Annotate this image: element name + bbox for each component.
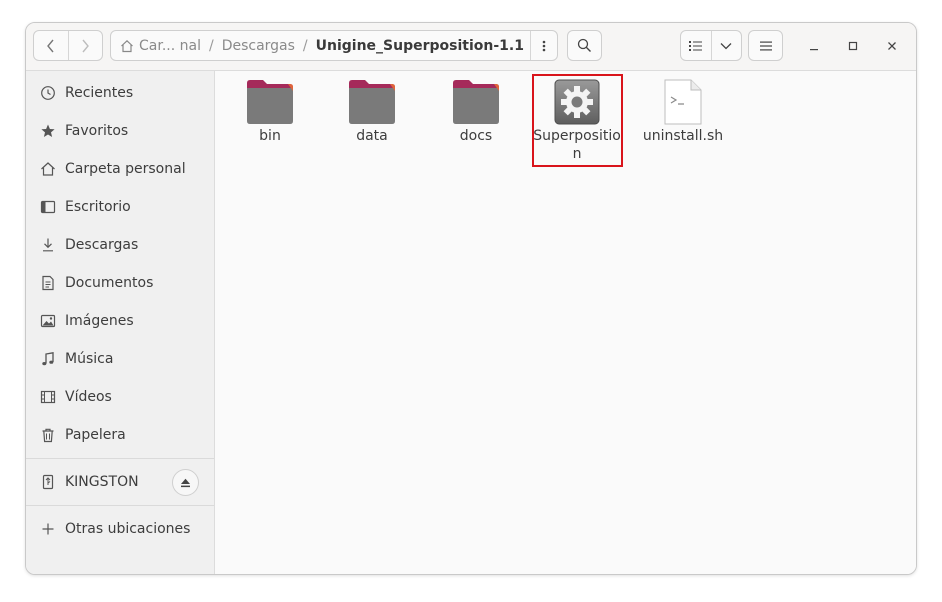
- sidebar-item-label: Recientes: [65, 85, 134, 101]
- chevron-right-icon: [82, 39, 90, 52]
- sidebar-item-label: Vídeos: [65, 389, 112, 405]
- file-name: data: [356, 128, 388, 144]
- image-icon: [39, 313, 57, 329]
- sidebar-item-imagenes[interactable]: Imágenes: [26, 303, 214, 339]
- breadcrumb-item-current[interactable]: Unigine_Superposition-1.1: [310, 38, 530, 54]
- sidebar-item-label: KINGSTON: [65, 474, 139, 490]
- navigation-buttons: [33, 30, 103, 61]
- clock-icon: [39, 85, 57, 101]
- sidebar-item-recientes[interactable]: Recientes: [26, 75, 214, 111]
- sidebar-item-favoritos[interactable]: Favoritos: [26, 113, 214, 149]
- plus-icon: [39, 522, 57, 536]
- file-name: bin: [259, 128, 281, 144]
- file-item-superposition[interactable]: Superposition: [533, 79, 621, 163]
- maximize-button[interactable]: [840, 33, 866, 59]
- sidebar-item-label: Escritorio: [65, 199, 131, 215]
- sidebar-item-label: Música: [65, 351, 114, 367]
- sidebar-item-videos[interactable]: Vídeos: [26, 379, 214, 415]
- sidebar-divider: [26, 505, 214, 506]
- file-item-docs[interactable]: docs: [432, 79, 520, 145]
- music-icon: [39, 351, 57, 367]
- home-icon: [121, 39, 133, 52]
- breadcrumb-separator: /: [302, 37, 308, 54]
- sidebar-item-documentos[interactable]: Documentos: [26, 265, 214, 301]
- search-icon: [577, 38, 591, 52]
- gear-icon: [554, 79, 600, 125]
- trash-icon: [39, 427, 57, 443]
- shell-script-icon: [664, 79, 702, 125]
- sidebar-item-escritorio[interactable]: Escritorio: [26, 189, 214, 225]
- view-options-dropdown[interactable]: [710, 31, 742, 60]
- sidebar: Recientes Favoritos Carpeta personal Esc…: [26, 71, 215, 574]
- file-item-uninstall-sh[interactable]: uninstall.sh: [639, 79, 727, 145]
- file-item-data[interactable]: data: [328, 79, 416, 145]
- video-icon: [39, 389, 57, 405]
- search-button[interactable]: [567, 30, 602, 61]
- sidebar-item-label: Descargas: [65, 237, 139, 253]
- file-name: Superposition: [533, 128, 621, 162]
- sidebar-divider: [26, 458, 214, 459]
- download-icon: [39, 237, 57, 253]
- home-icon: [39, 161, 57, 177]
- main-menu-button[interactable]: [748, 30, 783, 61]
- sidebar-item-label: Imágenes: [65, 313, 134, 329]
- minimize-icon: [810, 49, 818, 51]
- view-toggle-group: [680, 30, 742, 61]
- close-button[interactable]: [879, 33, 905, 59]
- sidebar-item-label: Carpeta personal: [65, 161, 186, 177]
- breadcrumb-item-descargas[interactable]: Descargas: [216, 38, 301, 54]
- sidebar-item-label: Papelera: [65, 427, 126, 443]
- folder-icon: [349, 80, 395, 124]
- sidebar-item-papelera[interactable]: Papelera: [26, 417, 214, 453]
- breadcrumb-home-label: Car... nal: [139, 37, 201, 54]
- file-name: docs: [459, 128, 493, 144]
- minimize-button[interactable]: [801, 33, 827, 59]
- document-icon: [39, 275, 57, 291]
- star-icon: [39, 123, 57, 139]
- path-menu-button[interactable]: [530, 31, 557, 60]
- sidebar-item-descargas[interactable]: Descargas: [26, 227, 214, 263]
- folder-icon: [247, 80, 293, 124]
- sidebar-item-label: Favoritos: [65, 123, 129, 139]
- file-item-bin[interactable]: bin: [226, 79, 314, 145]
- file-view: bin data docs Superposition uninstall.sh: [215, 71, 916, 574]
- desktop-icon: [39, 199, 57, 215]
- hamburger-menu-icon: [759, 41, 772, 50]
- close-icon: [888, 42, 896, 50]
- eject-icon: [181, 478, 190, 487]
- breadcrumb-separator: /: [208, 37, 214, 54]
- usb-drive-icon: [39, 474, 57, 490]
- file-name: uninstall.sh: [642, 128, 724, 144]
- folder-icon: [453, 80, 499, 124]
- sidebar-item-carpeta-personal[interactable]: Carpeta personal: [26, 151, 214, 187]
- forward-button[interactable]: [67, 31, 103, 60]
- path-bar: Car... nal / Descargas / Unigine_Superpo…: [110, 30, 558, 61]
- list-view-button[interactable]: [681, 31, 711, 60]
- sidebar-item-label: Otras ubicaciones: [65, 521, 191, 537]
- header-bar: Car... nal / Descargas / Unigine_Superpo…: [26, 23, 916, 71]
- sidebar-item-label: Documentos: [65, 275, 154, 291]
- sidebar-item-kingston[interactable]: KINGSTON: [26, 464, 214, 500]
- maximize-icon: [848, 41, 858, 51]
- sidebar-item-musica[interactable]: Música: [26, 341, 214, 377]
- chevron-left-icon: [46, 39, 54, 52]
- chevron-down-icon: [720, 42, 732, 49]
- file-manager-window: Car... nal / Descargas / Unigine_Superpo…: [25, 22, 917, 575]
- breadcrumb-home[interactable]: Car... nal: [111, 38, 207, 54]
- list-view-icon: [688, 40, 702, 51]
- sidebar-item-otras-ubicaciones[interactable]: Otras ubicaciones: [26, 511, 214, 547]
- back-button[interactable]: [34, 31, 68, 60]
- kebab-menu-icon: [542, 40, 546, 51]
- eject-button[interactable]: [172, 469, 199, 496]
